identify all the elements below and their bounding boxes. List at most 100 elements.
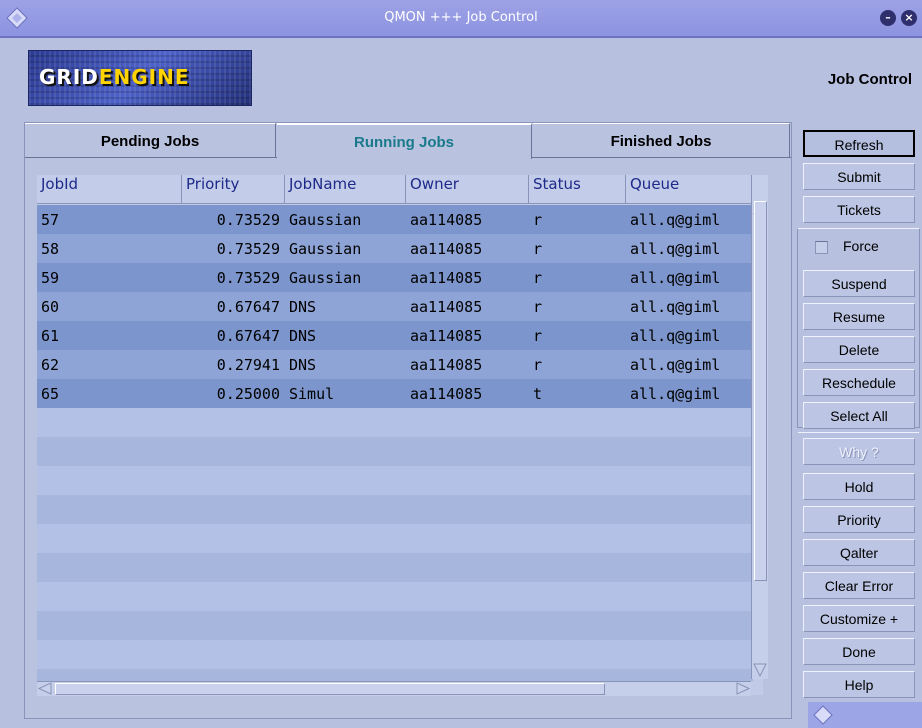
cell-owner: aa114085 — [410, 356, 483, 374]
table-row[interactable]: 61 0.67647 DNS aa114085 r all.q@giml — [37, 321, 753, 350]
cell-queue: all.q@giml — [630, 298, 721, 316]
cell-queue: all.q@giml — [630, 240, 721, 258]
table-row[interactable]: 58 0.73529 Gaussian aa114085 r all.q@gim… — [37, 234, 753, 263]
reschedule-button[interactable]: Reschedule — [803, 369, 915, 396]
cell-priority: 0.25000 — [216, 385, 280, 403]
tab-finished-jobs[interactable]: Finished Jobs — [533, 123, 790, 158]
separator — [797, 432, 920, 433]
cell-jobid: 60 — [41, 298, 60, 316]
empty-row — [37, 640, 753, 669]
table-row[interactable]: 65 0.25000 Simul aa114085 t all.q@giml — [37, 379, 753, 408]
scroll-left-arrow-icon[interactable] — [38, 682, 52, 695]
cell-jobname: Gaussian — [289, 240, 362, 258]
logo-text-grid: GRID — [39, 65, 99, 89]
cell-jobname: Gaussian — [289, 269, 362, 287]
horizontal-scrollbar[interactable] — [37, 681, 751, 696]
cell-queue: all.q@giml — [630, 327, 721, 345]
grid-engine-logo: GRIDENGINE — [28, 50, 252, 106]
cell-jobname: Gaussian — [289, 211, 362, 229]
column-header-jobname[interactable]: JobName — [285, 175, 406, 203]
empty-row — [37, 408, 753, 437]
page-title: Job Control — [827, 71, 912, 88]
tab-running-jobs[interactable]: Running Jobs — [277, 123, 532, 159]
cell-priority: 0.67647 — [216, 327, 280, 345]
cell-jobid: 65 — [41, 385, 60, 403]
cell-priority: 0.73529 — [216, 269, 280, 287]
cell-status: r — [533, 240, 543, 258]
why-button[interactable]: Why ? — [803, 438, 915, 465]
tickets-button[interactable]: Tickets — [803, 196, 915, 223]
checkbox-icon[interactable] — [815, 241, 828, 254]
cell-jobname: DNS — [289, 298, 317, 316]
column-header-owner[interactable]: Owner — [406, 175, 529, 203]
scroll-down-arrow-icon[interactable] — [753, 663, 767, 677]
priority-button[interactable]: Priority — [803, 506, 915, 533]
title-bar: QMON +++ Job Control – × — [0, 0, 922, 38]
table-row[interactable]: 60 0.67647 DNS aa114085 r all.q@giml — [37, 292, 753, 321]
scroll-right-arrow-icon[interactable] — [736, 682, 750, 695]
window-title: QMON +++ Job Control — [384, 10, 538, 25]
cell-owner: aa114085 — [410, 298, 483, 316]
refresh-button[interactable]: Refresh — [803, 130, 915, 157]
cell-status: r — [533, 327, 543, 345]
diamond-icon — [813, 705, 833, 725]
cell-priority: 0.27941 — [216, 356, 280, 374]
delete-button[interactable]: Delete — [803, 336, 915, 363]
suspend-button[interactable]: Suspend — [803, 270, 915, 297]
column-header-status[interactable]: Status — [529, 175, 626, 203]
qalter-button[interactable]: Qalter — [803, 539, 915, 566]
cell-jobid: 57 — [41, 211, 60, 229]
resume-button[interactable]: Resume — [803, 303, 915, 330]
column-header-priority[interactable]: Priority — [182, 175, 285, 203]
table-header: JobId Priority JobName Owner Status Queu… — [37, 175, 753, 204]
cell-queue: all.q@giml — [630, 385, 721, 403]
column-header-queue[interactable]: Queue — [626, 175, 752, 203]
table-body: 57 0.73529 Gaussian aa114085 r all.q@gim… — [37, 205, 753, 681]
customize-button[interactable]: Customize + — [803, 605, 915, 632]
cell-status: t — [533, 385, 543, 403]
help-button[interactable]: Help — [803, 671, 915, 698]
cell-owner: aa114085 — [410, 269, 483, 287]
done-button[interactable]: Done — [803, 638, 915, 665]
table-row[interactable]: 57 0.73529 Gaussian aa114085 r all.q@gim… — [37, 205, 753, 234]
cell-jobid: 58 — [41, 240, 60, 258]
cell-jobid: 62 — [41, 356, 60, 374]
cell-owner: aa114085 — [410, 385, 483, 403]
empty-row — [37, 466, 753, 495]
table-row[interactable]: 62 0.27941 DNS aa114085 r all.q@giml — [37, 350, 753, 379]
vertical-scroll-thumb[interactable] — [754, 201, 767, 581]
submit-button[interactable]: Submit — [803, 163, 915, 190]
tab-pending-jobs[interactable]: Pending Jobs — [25, 123, 276, 158]
horizontal-scroll-thumb[interactable] — [55, 683, 605, 695]
vertical-scrollbar[interactable] — [751, 175, 768, 679]
job-list-panel: Pending Jobs Running Jobs Finished Jobs … — [24, 122, 792, 719]
cell-jobid: 59 — [41, 269, 60, 287]
minimize-icon[interactable]: – — [880, 10, 896, 26]
empty-row — [37, 611, 753, 640]
select-all-button[interactable]: Select All — [803, 402, 915, 429]
clear-error-button[interactable]: Clear Error — [803, 572, 915, 599]
cell-status: r — [533, 269, 543, 287]
cell-owner: aa114085 — [410, 327, 483, 345]
close-icon[interactable]: × — [901, 10, 917, 26]
cell-status: r — [533, 356, 543, 374]
empty-row — [37, 437, 753, 466]
cell-status: r — [533, 211, 543, 229]
column-header-jobid[interactable]: JobId — [37, 175, 182, 203]
cell-jobname: DNS — [289, 356, 317, 374]
empty-row — [37, 524, 753, 553]
cell-queue: all.q@giml — [630, 211, 721, 229]
action-sidebar: Refresh Submit Tickets Force Suspend Res… — [797, 122, 922, 728]
empty-row — [37, 669, 753, 681]
force-checkbox[interactable]: Force — [803, 233, 915, 260]
empty-row — [37, 495, 753, 524]
hold-button[interactable]: Hold — [803, 473, 915, 500]
force-label: Force — [843, 238, 879, 254]
cell-queue: all.q@giml — [630, 269, 721, 287]
cell-priority: 0.73529 — [216, 211, 280, 229]
table-row[interactable]: 59 0.73529 Gaussian aa114085 r all.q@gim… — [37, 263, 753, 292]
jobs-table: JobId Priority JobName Owner Status Queu… — [37, 175, 768, 696]
cell-jobname: DNS — [289, 327, 317, 345]
cell-queue: all.q@giml — [630, 356, 721, 374]
resize-corner[interactable] — [808, 702, 922, 728]
